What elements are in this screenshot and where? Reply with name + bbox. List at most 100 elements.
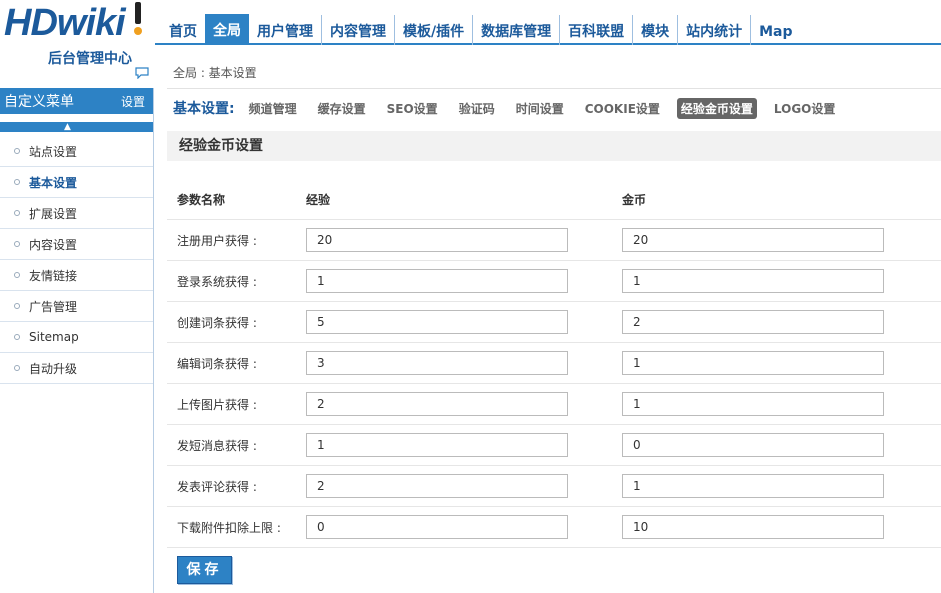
gold-input[interactable] — [622, 228, 884, 252]
table-row: 发表评论获得 : — [167, 466, 941, 507]
param-name-label: 发表评论获得 : — [177, 479, 257, 494]
sidebar-item-label: 内容设置 — [29, 237, 78, 252]
bullet-icon — [14, 148, 20, 154]
bullet-icon — [14, 272, 20, 278]
subnav-link[interactable]: 频道管理 — [245, 98, 301, 119]
sidebar-item-label: Sitemap — [29, 330, 79, 344]
top-nav-item[interactable]: 内容管理 — [321, 14, 394, 45]
sidebar-title: 自定义菜单 — [4, 94, 74, 110]
sidebar-settings-link[interactable]: 设置 — [121, 93, 145, 110]
bullet-icon — [14, 303, 20, 309]
top-nav-items: 首页 全局 用户管理 内容管理 模板/插件 数据库管理 百科联盟 模块 站内统计 Map — [161, 14, 801, 45]
subnav-link[interactable]: 时间设置 — [512, 98, 568, 119]
top-navigation: 首页 全局 用户管理 内容管理 模板/插件 数据库管理 百科联盟 模块 站内统计 Map — [155, 0, 941, 45]
exp-input[interactable] — [306, 351, 568, 375]
divider — [167, 88, 941, 89]
top-nav-item[interactable]: 百科联盟 — [559, 14, 632, 45]
table-row: 下载附件扣除上限 : — [167, 507, 941, 548]
param-name-label: 注册用户获得 : — [177, 233, 257, 248]
sidebar-item[interactable]: Sitemap — [0, 322, 153, 353]
top-nav-item[interactable]: 模板/插件 — [394, 14, 472, 45]
bullet-icon — [14, 210, 20, 216]
table-row: 上传图片获得 : — [167, 384, 941, 425]
gold-input[interactable] — [622, 351, 884, 375]
sidebar-item-label: 自动升级 — [29, 361, 78, 376]
logo-subtitle: 后台管理中心 — [48, 51, 132, 67]
breadcrumb: 全局 : 基本设置 — [173, 66, 257, 80]
sidebar-item-label: 友情链接 — [29, 268, 78, 283]
top-nav-item[interactable]: 首页 — [161, 15, 205, 45]
param-name-label: 编辑词条获得 : — [177, 356, 257, 371]
save-button[interactable]: 保存 — [177, 556, 232, 584]
sidebar-item[interactable]: 扩展设置 — [0, 198, 153, 229]
sidebar-item[interactable]: 基本设置 — [0, 167, 153, 198]
param-name-label: 下载附件扣除上限 : — [177, 520, 281, 535]
sidebar-item[interactable]: 内容设置 — [0, 229, 153, 260]
table-row: 编辑词条获得 : — [167, 343, 941, 384]
table-row: 发短消息获得 : — [167, 425, 941, 466]
exp-input[interactable] — [306, 515, 568, 539]
table-row: 注册用户获得 : — [167, 220, 941, 261]
logo-text: HDwiki — [4, 2, 126, 44]
sidebar-header: 自定义菜单 设置 — [0, 88, 153, 114]
top-nav-item[interactable]: 数据库管理 — [472, 14, 559, 45]
sidebar-item[interactable]: 广告管理 — [0, 291, 153, 322]
bullet-icon — [14, 241, 20, 247]
subnav-link[interactable]: COOKIE设置 — [581, 98, 664, 119]
sub-navigation: 基本设置: 频道管理 缓存设置 SEO设置 验证码 时间设置 COOKIE设置 经验金币设置… — [173, 97, 852, 119]
exp-input[interactable] — [306, 228, 568, 252]
gold-input[interactable] — [622, 515, 884, 539]
logo: HDwiki 后台管理中心 — [0, 0, 155, 88]
gold-input[interactable] — [622, 310, 884, 334]
sidebar-item[interactable]: 自动升级 — [0, 353, 153, 384]
sidebar-menu: 站点设置基本设置扩展设置内容设置友情链接广告管理 Sitemap 自动升级 — [0, 136, 153, 384]
gold-input[interactable] — [622, 433, 884, 457]
subnav-link[interactable]: SEO设置 — [383, 98, 442, 119]
top-nav-item[interactable]: 模块 — [632, 14, 677, 45]
subnav-link[interactable]: 经验金币设置 — [676, 97, 757, 119]
gold-input[interactable] — [622, 474, 884, 498]
bullet-icon — [14, 334, 20, 340]
gold-input[interactable] — [622, 269, 884, 293]
chevron-up-icon: ▲ — [64, 122, 71, 132]
subnav-link[interactable]: 缓存设置 — [314, 98, 370, 119]
exp-input[interactable] — [306, 474, 568, 498]
table-row: 登录系统获得 : — [167, 261, 941, 302]
sidebar-item-label: 扩展设置 — [29, 206, 78, 221]
param-name-label: 登录系统获得 : — [177, 274, 257, 289]
exp-input[interactable] — [306, 269, 568, 293]
bullet-icon — [14, 365, 20, 371]
sidebar-item-label: 广告管理 — [29, 299, 78, 314]
subnav-title: 基本设置: — [173, 101, 235, 117]
column-header-exp: 经验 — [306, 193, 331, 207]
exp-input[interactable] — [306, 433, 568, 457]
top-nav-item[interactable]: 站内统计 — [677, 14, 750, 45]
sidebar-item[interactable]: 站点设置 — [0, 136, 153, 167]
param-name-label: 发短消息获得 : — [177, 438, 257, 453]
top-nav-item[interactable]: 用户管理 — [249, 15, 321, 45]
sidebar-item[interactable]: 友情链接 — [0, 260, 153, 291]
main-content: 全局 : 基本设置 基本设置: 频道管理 缓存设置 SEO设置 验证码 时间设置 COOK… — [155, 47, 941, 593]
exp-input[interactable] — [306, 310, 568, 334]
sidebar-item-label: 站点设置 — [29, 144, 78, 159]
subnav-link[interactable]: LOGO设置 — [770, 98, 839, 119]
section-title: 经验金币设置 — [167, 131, 941, 161]
subnav-link[interactable]: 验证码 — [455, 98, 499, 119]
sidebar: 自定义菜单 设置 ▲ 站点设置基本设置扩展设置内容设置友情链接广告管理 Sitem… — [0, 88, 154, 593]
param-name-label: 创建词条获得 : — [177, 315, 257, 330]
top-nav-item[interactable]: Map — [750, 14, 800, 45]
top-nav-item[interactable]: 全局 — [205, 14, 249, 45]
param-name-label: 上传图片获得 : — [177, 397, 257, 412]
bullet-icon — [14, 179, 20, 185]
column-header-gold: 金币 — [622, 193, 647, 207]
sidebar-collapse-bar[interactable]: ▲ — [0, 122, 153, 132]
logo-exclaim-icon — [134, 2, 142, 35]
table-header-row: 参数名称 经验 金币 — [167, 180, 941, 220]
settings-table: 参数名称 经验 金币 注册用户获得 : 登录系统获得 : 创建词条获得 : 编辑词条获… — [167, 180, 941, 548]
message-icon[interactable] — [135, 67, 149, 79]
table-row: 创建词条获得 : — [167, 302, 941, 343]
exp-input[interactable] — [306, 392, 568, 416]
column-header-name: 参数名称 — [177, 193, 226, 207]
sidebar-item-label: 基本设置 — [29, 175, 78, 190]
gold-input[interactable] — [622, 392, 884, 416]
